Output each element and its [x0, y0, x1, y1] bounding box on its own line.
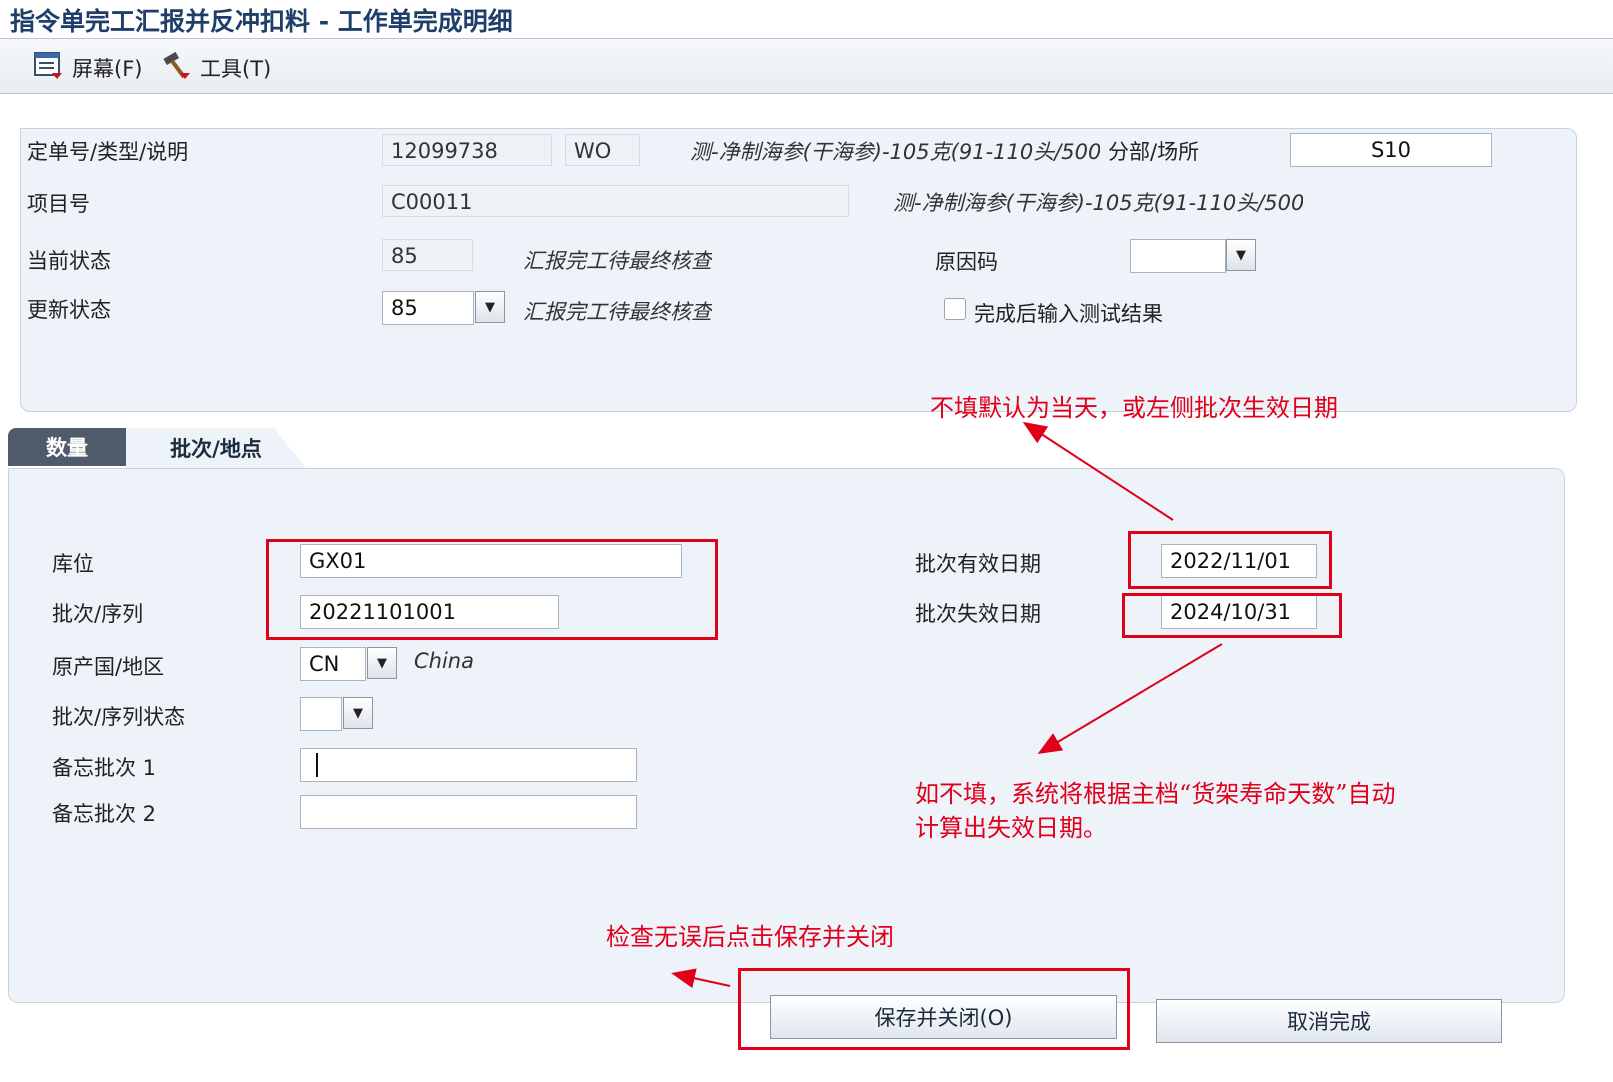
save-button-highlight-box: [738, 968, 1130, 1050]
cancel-complete-button[interactable]: 取消完成: [1156, 999, 1502, 1043]
effective-note-arrow: [1022, 421, 1174, 521]
expiry-note-arrow: [1037, 643, 1223, 755]
annotation-arrows: [671, 421, 1223, 989]
save-note-arrow: [671, 968, 731, 989]
